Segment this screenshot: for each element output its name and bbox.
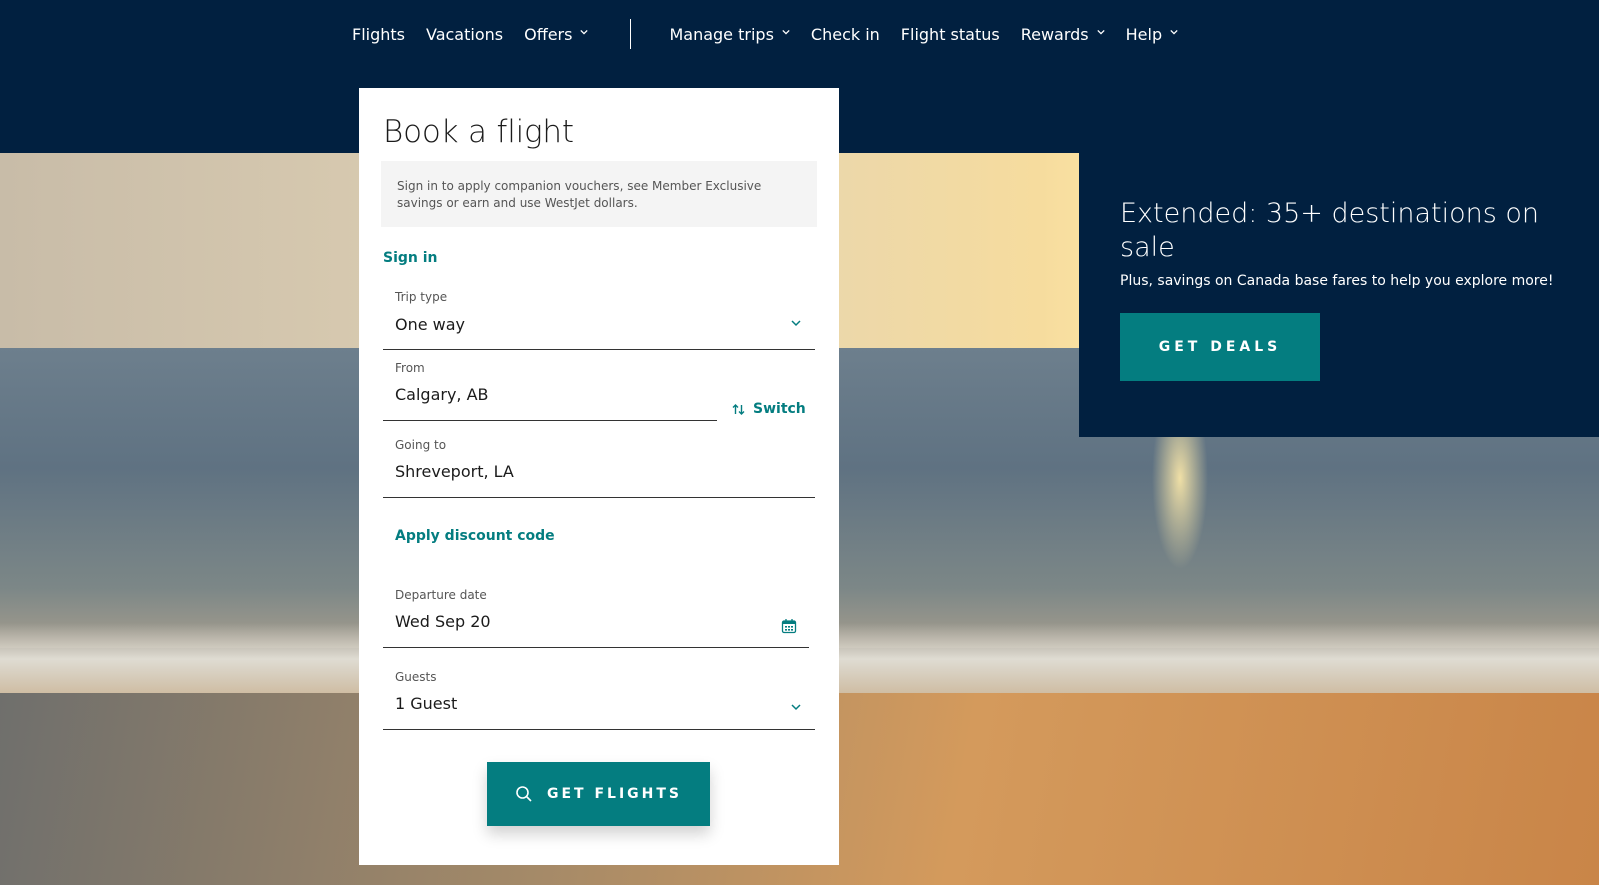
departure-date-label: Departure date (395, 588, 487, 602)
trip-type-select[interactable]: Trip type One way (383, 290, 815, 350)
nav-rewards[interactable]: Rewards (1021, 25, 1105, 44)
nav-offers[interactable]: Offers (524, 24, 589, 44)
nav-flight-status[interactable]: Flight status (901, 25, 1000, 44)
going-to-value: Shreveport, LA (395, 462, 514, 481)
switch-label: Switch (753, 401, 806, 417)
promo-subtitle: Plus, savings on Canada base fares to he… (1120, 273, 1554, 289)
trip-type-value: One way (395, 315, 466, 334)
from-label: From (395, 361, 425, 375)
sign-in-link[interactable]: Sign in (383, 250, 438, 266)
nav-check-in[interactable]: Check in (811, 25, 880, 44)
get-flights-button[interactable]: GET FLIGHTS (487, 762, 710, 826)
get-deals-button[interactable]: GET DEALS (1120, 313, 1320, 381)
guests-select[interactable]: Guests 1 Guest (383, 670, 815, 730)
promo-panel: Extended: 35+ destinations on sale Plus,… (1079, 153, 1599, 437)
guests-value: 1 Guest (395, 694, 458, 713)
nav-rewards-label: Rewards (1020, 24, 1089, 44)
swap-arrows-icon (732, 403, 745, 415)
chevron-down-icon (1170, 29, 1178, 35)
nav-divider (630, 19, 632, 49)
chevron-down-icon (791, 704, 801, 711)
signin-notice: Sign in to apply companion vouchers, see… (381, 161, 817, 227)
departure-date-value: Wed Sep 20 (395, 612, 491, 631)
switch-button[interactable]: Switch (732, 401, 806, 417)
chevron-down-icon (1096, 29, 1105, 35)
from-field[interactable]: From Calgary, AB (383, 361, 717, 421)
apply-discount-code-link[interactable]: Apply discount code (395, 528, 555, 544)
nav-flight-status-label: Flight status (900, 24, 1000, 44)
book-flight-title: Book a flight (383, 114, 574, 150)
chevron-down-icon (580, 29, 589, 35)
main-navigation: Flights Vacations Offers Manage trips Ch… (352, 19, 1199, 49)
promo-title: Extended: 35+ destinations on sale (1120, 198, 1540, 263)
get-flights-label: GET FLIGHTS (546, 786, 682, 802)
from-value: Calgary, AB (395, 385, 489, 404)
chevron-down-icon (791, 320, 801, 327)
nav-offers-label: Offers (524, 24, 573, 44)
trip-type-label: Trip type (395, 290, 448, 304)
nav-flights[interactable]: Flights (352, 25, 405, 44)
calendar-icon[interactable] (781, 618, 797, 634)
guests-label: Guests (395, 670, 437, 684)
nav-manage-trips-label: Manage trips (669, 24, 774, 44)
nav-help-label: Help (1125, 24, 1163, 44)
departure-date-field[interactable]: Departure date Wed Sep 20 (383, 588, 809, 648)
going-to-field[interactable]: Going to Shreveport, LA (383, 438, 815, 498)
nav-help[interactable]: Help (1126, 25, 1178, 44)
nav-check-in-label: Check in (810, 24, 880, 44)
book-flight-card: Book a flight Sign in to apply companion… (359, 88, 839, 865)
going-to-label: Going to (395, 438, 447, 452)
chevron-down-icon (782, 29, 790, 35)
nav-vacations-label: Vacations (426, 24, 504, 44)
nav-flights-label: Flights (352, 24, 405, 44)
nav-vacations[interactable]: Vacations (426, 25, 503, 44)
search-icon (516, 786, 532, 802)
nav-manage-trips[interactable]: Manage trips (669, 24, 790, 44)
